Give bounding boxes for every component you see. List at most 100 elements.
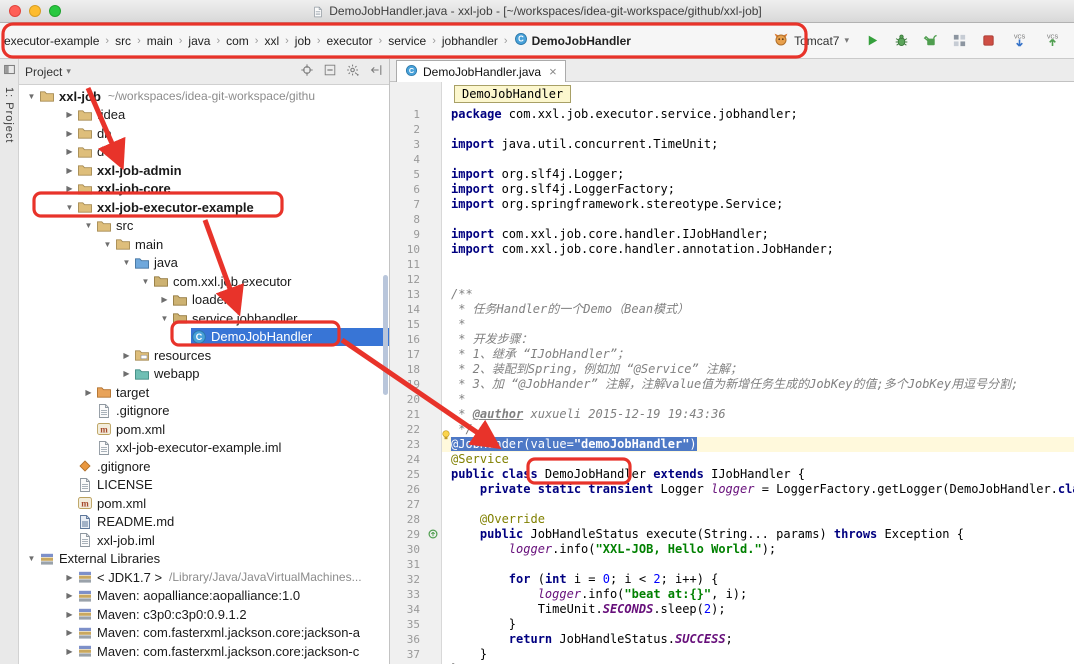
expand-arrow-icon[interactable]: ▶ — [62, 166, 77, 175]
expand-arrow-icon[interactable]: ▶ — [62, 591, 77, 600]
code-line-13[interactable]: 13/** — [390, 287, 1074, 302]
tree-item-.gitignore[interactable]: .gitignore — [19, 457, 389, 476]
code-line-38[interactable]: 38} — [390, 662, 1074, 664]
code-line-35[interactable]: 35 } — [390, 617, 1074, 632]
breadcrumb-item-job[interactable]: job — [293, 31, 313, 51]
tree-item-com.xxl.job.executor[interactable]: ▼com.xxl.job.executor — [19, 272, 389, 291]
code-line-4[interactable]: 4 — [390, 152, 1074, 167]
tree-item-license[interactable]: LICENSE — [19, 476, 389, 495]
collapse-all-button[interactable] — [323, 63, 337, 80]
tree-item-xxl-job-executor-example[interactable]: ▼xxl-job-executor-example — [19, 198, 389, 217]
chevron-down-icon[interactable]: ▾ — [66, 66, 71, 77]
code-line-15[interactable]: 15 * — [390, 317, 1074, 332]
run-button[interactable] — [862, 31, 882, 51]
profiler-button[interactable] — [949, 31, 969, 51]
tree-item-target[interactable]: ▶target — [19, 383, 389, 402]
code-line-6[interactable]: 6import org.slf4j.LoggerFactory; — [390, 182, 1074, 197]
code-line-25[interactable]: 25public class DemoJobHandler extends IJ… — [390, 467, 1074, 482]
tree-item-mavenaopallianceaopalliance1.0[interactable]: ▶Maven: aopalliance:aopalliance:1.0 — [19, 587, 389, 606]
code-line-34[interactable]: 34 TimeUnit.SECONDS.sleep(2); — [390, 602, 1074, 617]
tree-item-main[interactable]: ▼main — [19, 235, 389, 254]
breadcrumb-item-executor-example[interactable]: executor-example — [2, 31, 101, 51]
breadcrumb-item-executor[interactable]: executor — [324, 31, 374, 51]
tree-item-xxl-job-core[interactable]: ▶xxl-job-core — [19, 180, 389, 199]
code-line-14[interactable]: 14 * 任务Handler的一个Demo（Bean模式） — [390, 302, 1074, 317]
run-configuration-selector[interactable]: Tomcat7 ▾ — [769, 29, 853, 52]
code-line-26[interactable]: 26 private static transient Logger logge… — [390, 482, 1074, 497]
code-line-31[interactable]: 31 — [390, 557, 1074, 572]
code-line-8[interactable]: 8 — [390, 212, 1074, 227]
breadcrumb-item-com[interactable]: com — [224, 31, 251, 51]
code-line-2[interactable]: 2 — [390, 122, 1074, 137]
project-panel-title[interactable]: Project — [25, 65, 62, 79]
coverage-button[interactable] — [920, 31, 940, 51]
expand-arrow-icon[interactable]: ▶ — [62, 647, 77, 656]
close-icon[interactable]: × — [549, 64, 557, 79]
minimize-window-button[interactable] — [29, 5, 41, 17]
debug-button[interactable] — [891, 31, 911, 51]
expand-arrow-icon[interactable]: ▼ — [100, 240, 115, 249]
expand-arrow-icon[interactable]: ▶ — [62, 573, 77, 582]
expand-arrow-icon[interactable]: ▶ — [119, 351, 134, 360]
tree-item-readme.md[interactable]: README.md — [19, 513, 389, 532]
code-line-33[interactable]: 33 logger.info("beat at:{}", i); — [390, 587, 1074, 602]
breadcrumb-item-service[interactable]: service — [386, 31, 428, 51]
tree-item-mavencom.fasterxml.jackson.corejackson-a[interactable]: ▶Maven: com.fasterxml.jackson.core:jacks… — [19, 624, 389, 643]
code-line-27[interactable]: 27 — [390, 497, 1074, 512]
tree-item-.idea[interactable]: ▶.idea — [19, 106, 389, 125]
code-line-22[interactable]: 22 */ — [390, 422, 1074, 437]
breadcrumb-item-java[interactable]: java — [186, 31, 212, 51]
code-line-37[interactable]: 37 } — [390, 647, 1074, 662]
expand-arrow-icon[interactable]: ▶ — [62, 129, 77, 138]
tree-item-loader[interactable]: ▶loader — [19, 291, 389, 310]
code-line-36[interactable]: 36 return JobHandleStatus.SUCCESS; — [390, 632, 1074, 647]
tree-item-externallibraries[interactable]: ▼External Libraries — [19, 550, 389, 569]
vcs-update-button[interactable]: VCS — [1007, 31, 1031, 51]
tree-item-java[interactable]: ▼java — [19, 254, 389, 273]
locate-file-button[interactable] — [300, 63, 314, 80]
tree-item-demojobhandler[interactable]: CDemoJobHandler — [19, 328, 389, 347]
expand-arrow-icon[interactable]: ▶ — [62, 610, 77, 619]
code-line-1[interactable]: 1package com.xxl.job.executor.service.jo… — [390, 107, 1074, 122]
breadcrumb-item-main[interactable]: main — [145, 31, 175, 51]
expand-arrow-icon[interactable]: ▼ — [138, 277, 153, 286]
expand-arrow-icon[interactable]: ▶ — [62, 184, 77, 193]
code-line-21[interactable]: 21 * @author xuxueli 2015-12-19 19:43:36 — [390, 407, 1074, 422]
code-line-3[interactable]: 3import java.util.concurrent.TimeUnit; — [390, 137, 1074, 152]
code-line-28[interactable]: 28 @Override — [390, 512, 1074, 527]
scrollbar-thumb[interactable] — [383, 275, 388, 395]
expand-arrow-icon[interactable]: ▼ — [119, 258, 134, 267]
code-line-19[interactable]: 19 * 3、加 “@JobHander” 注解，注解value值为新增任务生成… — [390, 377, 1074, 392]
expand-arrow-icon[interactable]: ▼ — [81, 221, 96, 230]
code-line-16[interactable]: 16 * 开发步骤： — [390, 332, 1074, 347]
code-line-12[interactable]: 12 — [390, 272, 1074, 287]
code-line-24[interactable]: 24@Service — [390, 452, 1074, 467]
code-area[interactable]: 1package com.xxl.job.executor.service.jo… — [390, 82, 1074, 664]
expand-arrow-icon[interactable]: ▶ — [81, 388, 96, 397]
intention-bulb-icon[interactable] — [440, 429, 453, 442]
code-line-5[interactable]: 5import org.slf4j.Logger; — [390, 167, 1074, 182]
breadcrumb-chip[interactable]: DemoJobHandler — [454, 85, 571, 103]
vcs-commit-button[interactable]: VCS — [1040, 31, 1064, 51]
tree-item-src[interactable]: ▼src — [19, 217, 389, 236]
code-line-7[interactable]: 7import org.springframework.stereotype.S… — [390, 197, 1074, 212]
settings-gear-button[interactable] — [346, 63, 360, 80]
expand-arrow-icon[interactable]: ▼ — [24, 92, 39, 101]
tree-item-mavenc3p0c3p00.9.1.2[interactable]: ▶Maven: c3p0:c3p0:0.9.1.2 — [19, 605, 389, 624]
tree-item-.gitignore[interactable]: .gitignore — [19, 402, 389, 421]
breadcrumb-item-jobhandler[interactable]: jobhandler — [440, 31, 500, 51]
stop-button[interactable] — [978, 31, 998, 51]
close-window-button[interactable] — [9, 5, 21, 17]
expand-arrow-icon[interactable]: ▶ — [62, 110, 77, 119]
expand-arrow-icon[interactable]: ▶ — [62, 628, 77, 637]
tree-item-xxl-job.iml[interactable]: xxl-job.iml — [19, 531, 389, 550]
tree-item-xxl-job-executor-example.iml[interactable]: xxl-job-executor-example.iml — [19, 439, 389, 458]
code-line-9[interactable]: 9import com.xxl.job.core.handler.IJobHan… — [390, 227, 1074, 242]
tree-item-db[interactable]: ▶db — [19, 124, 389, 143]
code-line-32[interactable]: 32 for (int i = 0; i < 2; i++) { — [390, 572, 1074, 587]
code-line-23[interactable]: 23@JobHander(value="demoJobHandler") — [390, 437, 1074, 452]
tree-item-pom.xml[interactable]: mpom.xml — [19, 420, 389, 439]
code-line-18[interactable]: 18 * 2、装配到Spring，例如加 “@Service” 注解； — [390, 362, 1074, 377]
editor-tab-demojobhandler[interactable]: C DemoJobHandler.java × — [396, 60, 566, 82]
tree-item-resources[interactable]: ▶resources — [19, 346, 389, 365]
